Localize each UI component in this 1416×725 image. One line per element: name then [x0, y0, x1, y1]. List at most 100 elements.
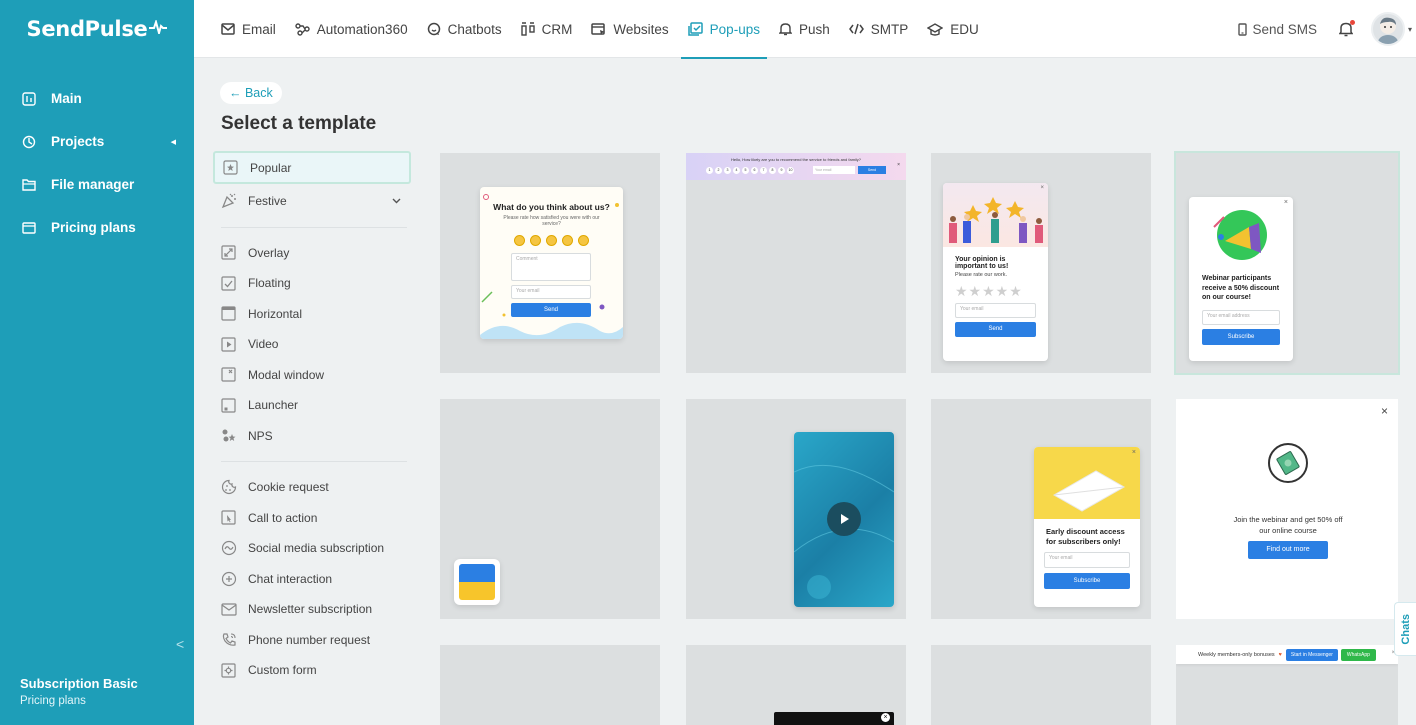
email-field: Your email	[1044, 552, 1130, 568]
category-custom-form[interactable]: Custom form	[213, 655, 411, 686]
category-launcher[interactable]: Launcher	[213, 390, 411, 421]
emoji-icon	[562, 235, 573, 246]
nav-smtp[interactable]: SMTP	[842, 0, 916, 58]
phone-icon	[1238, 22, 1248, 36]
nps-number: 6	[751, 167, 758, 174]
template-card-row3-3[interactable]	[931, 645, 1151, 725]
custom-form-icon	[220, 662, 237, 679]
template-preview	[794, 432, 894, 607]
nps-number: 8	[769, 167, 776, 174]
bell-icon	[778, 22, 792, 36]
category-newsletter-subscription[interactable]: Newsletter subscription	[213, 594, 411, 625]
category-social-media-subscription-label: Social media subscription	[248, 541, 385, 556]
category-call-to-action[interactable]: Call to action	[213, 503, 411, 534]
nav-popups-label: Pop-ups	[709, 21, 760, 37]
nav-edu[interactable]: EDU	[920, 0, 986, 58]
logo[interactable]: SendPulse	[0, 0, 194, 58]
modal-icon	[220, 366, 237, 383]
category-festive[interactable]: Festive	[213, 186, 411, 217]
category-modal-window[interactable]: Modal window	[213, 360, 411, 391]
nav-crm[interactable]: CRM	[514, 0, 580, 58]
nav-push-label: Push	[798, 21, 830, 37]
emoji-icon	[514, 235, 525, 246]
category-divider	[221, 226, 407, 228]
category-overlay[interactable]: Overlay	[213, 238, 411, 269]
top-bar: SendPulse Email Automation360 Chatbots C…	[0, 0, 1416, 59]
sidebar-item-projects[interactable]: Projects ◀	[0, 120, 194, 163]
category-floating[interactable]: Floating	[213, 268, 411, 299]
email-field: Your email	[511, 285, 591, 299]
nps-number: 9	[778, 167, 785, 174]
template-preview: × Early discount access for subscribers …	[1034, 447, 1140, 607]
chats-tab[interactable]: Chats	[1394, 602, 1416, 656]
template-card-row3-2[interactable]: ×	[686, 645, 906, 725]
template-preview: Weekly members-only bonuses ♥ Start in M…	[1176, 645, 1398, 664]
template-card-opinion[interactable]: × Your opinion is important to us! Pleas…	[931, 153, 1151, 373]
template-card-launcher-flag[interactable]	[440, 399, 660, 619]
sidebar-collapse-icon[interactable]: <	[176, 636, 184, 652]
template-card-rating-survey[interactable]: What do you think about us? Please rate …	[440, 153, 660, 373]
sidebar-item-projects-label: Projects	[51, 134, 105, 149]
category-phone-number-request[interactable]: Phone number request	[213, 625, 411, 656]
nps-number: 7	[760, 167, 767, 174]
category-festive-label: Festive	[248, 194, 287, 209]
close-icon: ×	[1131, 449, 1136, 456]
sidebar-item-pricing-plans[interactable]: Pricing plans	[0, 206, 194, 249]
projects-icon	[22, 135, 38, 149]
notifications-button[interactable]	[1338, 20, 1355, 37]
nav-push[interactable]: Push	[772, 0, 837, 58]
nps-number: 3	[724, 167, 731, 174]
logo-text: SendPulse	[26, 17, 148, 41]
launcher-icon	[220, 397, 237, 414]
avatar-dropdown-icon[interactable]: ▾	[1408, 25, 1412, 34]
nps-number: 2	[715, 167, 722, 174]
category-cookie-request-label: Cookie request	[248, 480, 329, 495]
category-nps[interactable]: NPS	[213, 421, 411, 452]
nav-chatbots[interactable]: Chatbots	[420, 0, 509, 58]
template-card-video[interactable]	[686, 399, 906, 619]
star-rating: ★★★★★	[955, 283, 1023, 299]
category-cookie-request[interactable]: Cookie request	[213, 472, 411, 503]
category-video[interactable]: Video	[213, 329, 411, 360]
send-sms-button[interactable]: Send SMS	[1238, 22, 1317, 37]
category-social-media-subscription[interactable]: Social media subscription	[213, 533, 411, 564]
back-button[interactable]: ← Back	[220, 82, 282, 104]
avatar[interactable]	[1370, 12, 1405, 46]
template-card-messenger-bar[interactable]: Weekly members-only bonuses ♥ Start in M…	[1176, 645, 1398, 725]
nav-automation360[interactable]: Automation360	[288, 0, 415, 58]
whatsapp-button: WhatsApp	[1340, 648, 1376, 661]
category-video-label: Video	[248, 337, 279, 352]
envelope-illustration: ×	[1034, 447, 1140, 519]
template-card-nps-bar[interactable]: Hello, How likely are you to recommend t…	[686, 153, 906, 373]
template-card-row3-1[interactable]	[440, 645, 660, 725]
nps-icon	[220, 427, 237, 444]
template-card-webinar-overlay[interactable]: × Join the webinar and get 50% off our o…	[1176, 399, 1398, 619]
sidebar-item-main[interactable]: Main	[0, 77, 194, 120]
nav-email[interactable]: Email	[214, 0, 283, 58]
category-nps-label: NPS	[248, 428, 273, 443]
horizontal-icon	[220, 305, 237, 322]
template-card-early-discount[interactable]: × Early discount access for subscribers …	[931, 399, 1151, 619]
code-icon	[848, 23, 864, 35]
chatbot-icon	[427, 22, 441, 36]
nav-popups[interactable]: Pop-ups	[680, 0, 768, 59]
team-illustration: ×	[943, 183, 1048, 247]
folder-icon	[22, 178, 38, 191]
sidebar-item-file-manager[interactable]: File manager	[0, 163, 194, 206]
flag-icon	[459, 564, 495, 600]
pricing-plans-link[interactable]: Pricing plans	[20, 695, 138, 707]
close-icon: ×	[1380, 404, 1388, 418]
category-chat-interaction[interactable]: Chat interaction	[213, 564, 411, 595]
nav-automation360-label: Automation360	[316, 21, 408, 37]
opinion-title: Your opinion is important to us!	[955, 256, 1009, 270]
sidebar: Main Projects ◀ File manager Pricing pla…	[0, 58, 194, 725]
template-card-webinar-discount[interactable]: × Webinar participants receive a 50% dis…	[1174, 151, 1400, 375]
category-newsletter-subscription-label: Newsletter subscription	[248, 602, 373, 617]
nav-websites[interactable]: Websites	[584, 0, 675, 58]
projects-expand-icon[interactable]: ◀	[171, 138, 176, 146]
chevron-down-icon[interactable]	[392, 196, 401, 206]
category-popular[interactable]: Popular	[213, 151, 411, 184]
sidebar-item-pricing-plans-label: Pricing plans	[51, 220, 136, 235]
category-horizontal[interactable]: Horizontal	[213, 299, 411, 330]
email-field: Your email	[955, 303, 1036, 318]
